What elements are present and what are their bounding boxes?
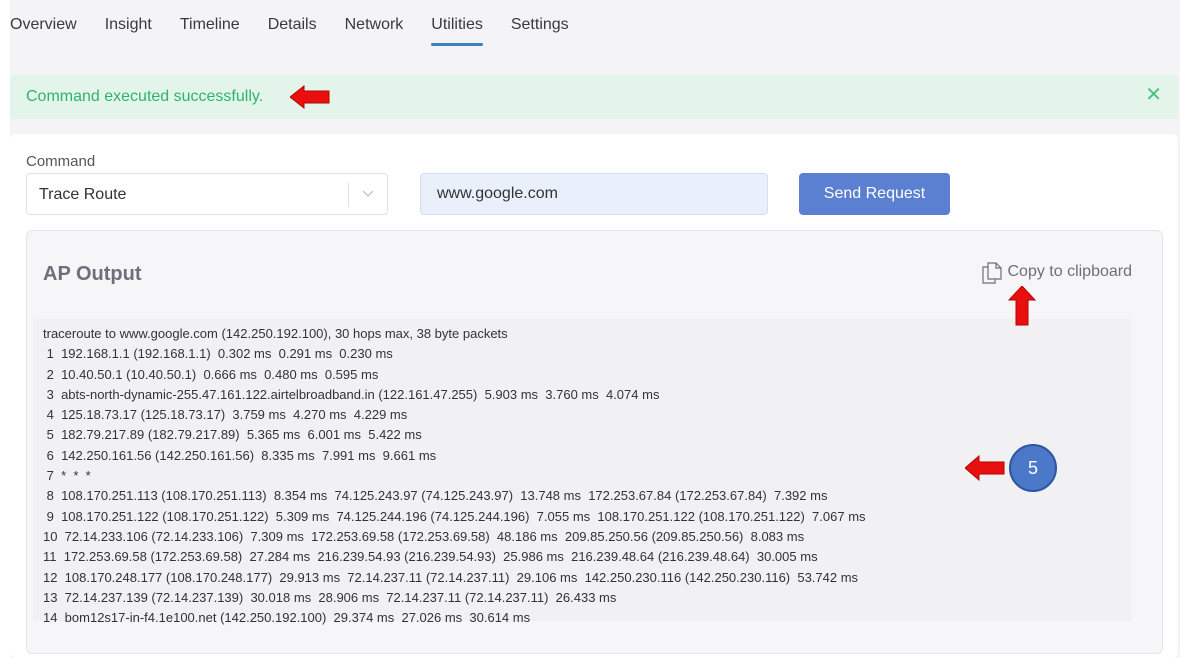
output-line: 11 172.253.69.58 (172.253.69.58) 27.284 … <box>43 549 818 565</box>
command-select-value: Trace Route <box>39 186 127 203</box>
ap-output-panel: AP Output Copy to clipboard traceroute t… <box>26 230 1163 654</box>
utilities-card: Command Trace Route Send Request AP Outp… <box>10 134 1178 658</box>
send-request-button[interactable]: Send Request <box>799 173 950 215</box>
tab-details[interactable]: Details <box>268 0 317 48</box>
command-label: Command <box>26 153 96 170</box>
output-line: 13 72.14.237.139 (72.14.237.139) 30.018 … <box>43 589 617 605</box>
copy-label: Copy to clipboard <box>1007 263 1132 280</box>
output-line: 8 108.170.251.113 (108.170.251.113) 8.35… <box>43 488 828 504</box>
tab-bar: Overview Insight Timeline Details Networ… <box>10 0 1180 60</box>
output-line: 5 182.79.217.89 (182.79.217.89) 5.365 ms… <box>43 427 422 443</box>
success-alert: Command executed successfully. ✕ <box>10 75 1178 119</box>
tab-utilities[interactable]: Utilities <box>431 0 483 48</box>
annotation-arrow-left-icon <box>965 455 1005 481</box>
tab-settings[interactable]: Settings <box>511 0 569 48</box>
output-line: traceroute to www.google.com (142.250.19… <box>43 326 508 341</box>
output-title: AP Output <box>43 263 142 285</box>
output-line: 2 10.40.50.1 (10.40.50.1) 0.666 ms 0.480… <box>43 366 379 382</box>
close-icon[interactable]: ✕ <box>1145 85 1162 105</box>
annotation-arrow-left-icon <box>290 85 330 109</box>
output-line: 3 abts-north-dynamic-255.47.161.122.airt… <box>43 386 660 402</box>
output-line: 14 bom12s17-in-f4.1e100.net (142.250.192… <box>43 610 531 626</box>
output-line: 12 108.170.248.177 (108.170.248.177) 29.… <box>43 569 859 585</box>
annotation-arrow-up-icon <box>1008 286 1036 326</box>
copy-to-clipboard-button[interactable]: Copy to clipboard <box>979 259 1132 285</box>
chevron-down-icon[interactable] <box>359 184 377 202</box>
tab-timeline[interactable]: Timeline <box>180 0 240 48</box>
output-line: 9 108.170.251.122 (108.170.251.122) 5.30… <box>43 508 866 524</box>
output-line: 10 72.14.233.106 (72.14.233.106) 7.309 m… <box>43 528 805 544</box>
output-line: 4 125.18.73.17 (125.18.73.17) 3.759 ms 4… <box>43 407 408 423</box>
tab-network[interactable]: Network <box>345 0 404 48</box>
command-select[interactable]: Trace Route <box>26 173 388 215</box>
host-input[interactable] <box>420 173 768 215</box>
output-line: 1 192.168.1.1 (192.168.1.1) 0.302 ms 0.2… <box>43 346 393 362</box>
copy-icon <box>982 262 1003 284</box>
step-number-badge: 5 <box>1009 444 1057 492</box>
alert-message: Command executed successfully. <box>26 88 264 105</box>
tab-overview[interactable]: Overview <box>10 0 77 48</box>
page-left-edge <box>0 0 10 658</box>
tab-insight[interactable]: Insight <box>105 0 152 48</box>
select-separator <box>348 183 349 207</box>
